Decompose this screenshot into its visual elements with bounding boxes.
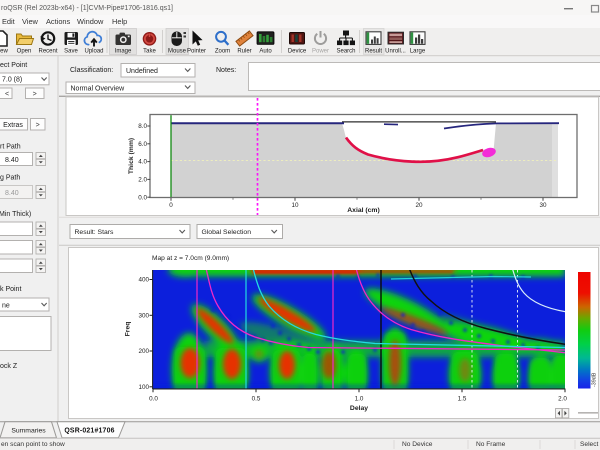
svg-text:<: < [5, 91, 9, 98]
svg-text:ne: ne [2, 303, 10, 310]
svg-text:7.0 (8): 7.0 (8) [2, 77, 22, 84]
svg-text:Min Thick): Min Thick) [0, 211, 31, 218]
svg-text:20: 20 [415, 202, 423, 209]
svg-text:rt Path: rt Path [0, 144, 21, 151]
svg-text:Recent: Recent [38, 49, 57, 55]
svg-text:1.0: 1.0 [355, 396, 364, 403]
svg-text:Pointer: Pointer [187, 49, 206, 55]
svg-text:Unroll...: Unroll... [385, 49, 406, 55]
svg-text:Actions: Actions [46, 17, 71, 26]
svg-text:Axial (cm): Axial (cm) [347, 207, 379, 214]
svg-text:Notes:: Notes: [216, 67, 236, 74]
svg-text:Large: Large [410, 49, 426, 55]
svg-text:6.0: 6.0 [138, 141, 147, 148]
svg-text:Save: Save [64, 49, 78, 55]
svg-text:2.0: 2.0 [558, 396, 567, 403]
svg-text:Help: Help [112, 17, 127, 26]
svg-text:8.40: 8.40 [5, 157, 19, 164]
svg-text:ock Z: ock Z [0, 363, 18, 370]
svg-text:30: 30 [539, 202, 547, 209]
svg-text:400: 400 [138, 277, 149, 284]
svg-text:0: 0 [169, 202, 173, 209]
svg-text:0.0: 0.0 [138, 194, 147, 201]
svg-text:Edit: Edit [2, 17, 15, 26]
svg-text:QSR-021#1706: QSR-021#1706 [64, 427, 114, 434]
svg-text:View: View [22, 17, 39, 26]
svg-text:Global Selection: Global Selection [202, 229, 252, 236]
svg-text:Map at z = 7.0cm (9.0mm): Map at z = 7.0cm (9.0mm) [152, 255, 229, 262]
svg-text:Freq: Freq [125, 322, 132, 337]
svg-text:en scan point to show: en scan point to show [1, 441, 65, 448]
svg-text:Window: Window [77, 17, 104, 26]
svg-text:k Point: k Point [0, 286, 21, 293]
svg-text:200: 200 [138, 348, 149, 355]
svg-text:-39dB: -39dB [592, 372, 598, 387]
svg-text:1.5: 1.5 [458, 396, 467, 403]
svg-text:Auto: Auto [259, 49, 272, 55]
svg-text:Image: Image [115, 49, 132, 55]
svg-text:>: > [36, 122, 40, 129]
svg-text:8.40: 8.40 [5, 190, 19, 197]
svg-text:Device: Device [288, 49, 307, 55]
svg-text:Result: Stars: Result: Stars [75, 229, 115, 236]
svg-text:ew: ew [0, 49, 8, 55]
svg-text:No Device: No Device [402, 441, 433, 448]
svg-text:Take: Take [143, 49, 156, 55]
svg-text:0.5: 0.5 [252, 396, 261, 403]
svg-text:300: 300 [138, 313, 149, 320]
svg-text:Extras: Extras [3, 122, 23, 129]
svg-text:2.0: 2.0 [138, 177, 147, 184]
svg-text:Summaries: Summaries [11, 427, 46, 434]
svg-text:10: 10 [291, 202, 299, 209]
svg-text:Power: Power [312, 49, 329, 55]
svg-text:Zoom: Zoom [215, 49, 230, 55]
svg-text:roQSR (Rel 2023b-x64) - [1]C: roQSR (Rel 2023b-x64) - [1]CVM-Pipe#1706… [1, 5, 173, 12]
svg-text:4.0: 4.0 [138, 159, 147, 166]
svg-text:Classification:: Classification: [70, 67, 113, 74]
svg-text:Undefined: Undefined [126, 68, 158, 75]
svg-text:0.0: 0.0 [149, 396, 158, 403]
svg-text:Open: Open [17, 49, 32, 55]
svg-text:Delay: Delay [350, 405, 368, 412]
svg-text:Ruler: Ruler [237, 49, 251, 55]
svg-text:Select: Select [580, 441, 598, 448]
svg-text:Mouse: Mouse [168, 49, 187, 55]
svg-text:8.0: 8.0 [138, 123, 147, 130]
svg-text:g Path: g Path [0, 175, 20, 182]
svg-text:>: > [33, 91, 37, 98]
svg-text:100: 100 [138, 384, 149, 391]
svg-text:ect Point: ect Point [0, 62, 27, 69]
svg-text:No Frame: No Frame [476, 441, 506, 448]
svg-text:Result: Result [365, 49, 382, 55]
svg-text:Thick (mm): Thick (mm) [128, 138, 135, 174]
svg-text:Upload: Upload [84, 49, 103, 55]
svg-text:Search: Search [336, 49, 355, 55]
svg-text:Normal Overview: Normal Overview [71, 86, 126, 93]
